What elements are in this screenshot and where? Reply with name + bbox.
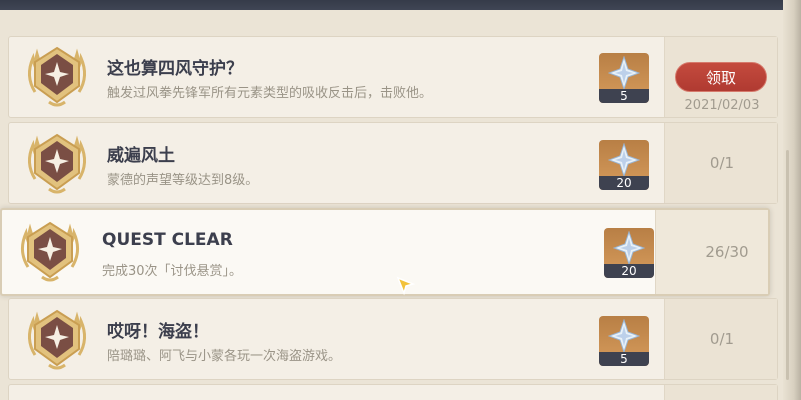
achievement-row bbox=[8, 384, 778, 400]
reward-item: 5 bbox=[599, 53, 649, 103]
reward-item: 20 bbox=[604, 228, 654, 278]
cursor-icon bbox=[396, 276, 416, 296]
claim-date: 2021/02/03 bbox=[684, 98, 760, 113]
reward-quantity: 5 bbox=[599, 352, 649, 366]
achievement-title: 哎呀！海盗！ bbox=[107, 322, 209, 342]
progress-status: 0/1 bbox=[709, 330, 735, 348]
primogem-icon bbox=[613, 231, 645, 265]
reward-quantity: 20 bbox=[599, 176, 649, 190]
achievement-description: 触发过风拳先锋军所有元素类型的吸收反击后，击败他。 bbox=[107, 86, 433, 101]
reward-quantity: 20 bbox=[604, 264, 654, 278]
status-column bbox=[664, 385, 777, 400]
achievement-medal-icon bbox=[28, 133, 86, 194]
progress-status: 26/30 bbox=[705, 243, 749, 261]
achievement-description: 蒙德的声望等级达到8级。 bbox=[107, 173, 259, 188]
achievement-medal-icon bbox=[28, 309, 86, 370]
primogem-icon bbox=[608, 319, 640, 353]
achievement-description: 完成30次「讨伐悬赏」。 bbox=[102, 264, 243, 279]
reward-item: 20 bbox=[599, 140, 649, 190]
primogem-icon bbox=[608, 143, 640, 177]
achievement-medal-icon bbox=[21, 221, 79, 282]
achievement-medal-icon bbox=[28, 46, 86, 107]
primogem-icon bbox=[608, 56, 640, 90]
reward-quantity: 5 bbox=[599, 89, 649, 103]
achievement-title: 威遍风土 bbox=[107, 146, 175, 166]
claim-button[interactable]: 领取 bbox=[675, 62, 767, 92]
reward-item: 5 bbox=[599, 316, 649, 366]
progress-status: 0/1 bbox=[709, 154, 735, 172]
achievement-row-selected[interactable] bbox=[0, 208, 770, 296]
achievement-window: 这也算四风守护？ 触发过风拳先锋军所有元素类型的吸收反击后，击败他。 5 领取 … bbox=[0, 0, 801, 400]
achievement-title: 这也算四风守护？ bbox=[107, 59, 243, 79]
achievement-description: 陪璐璐、阿飞与小蒙各玩一次海盗游戏。 bbox=[107, 349, 342, 364]
achievement-title: QUEST CLEAR bbox=[102, 230, 233, 250]
scrollbar[interactable] bbox=[786, 150, 789, 380]
